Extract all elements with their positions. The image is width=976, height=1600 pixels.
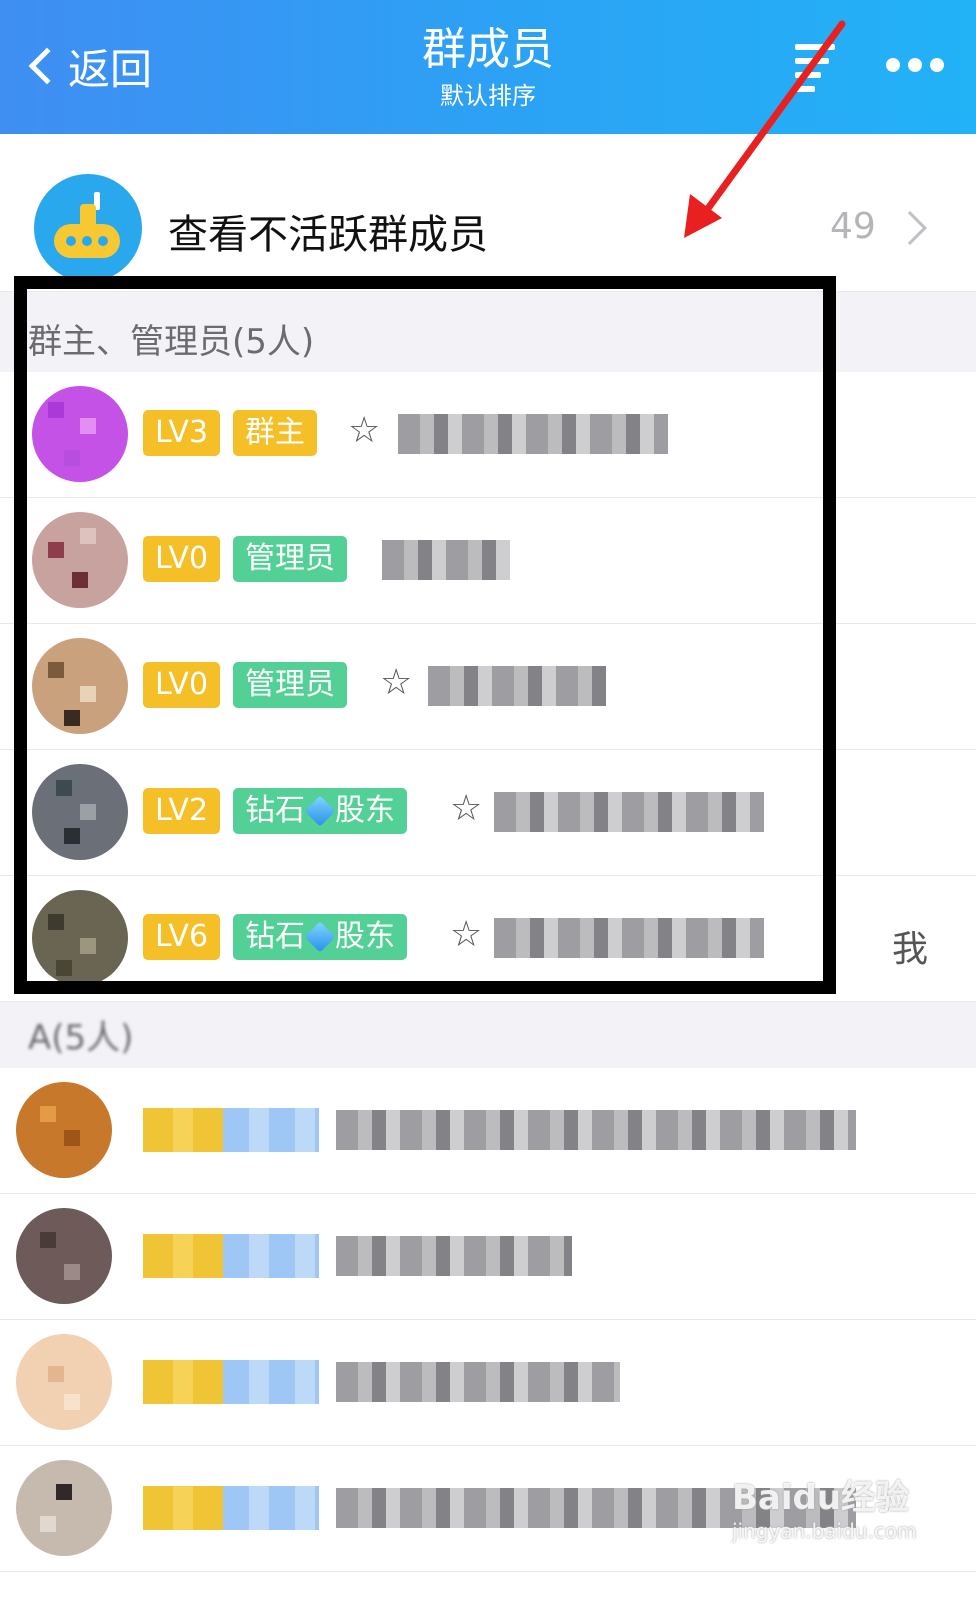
member-row-shareholder[interactable]: LV2 钻石 股东 ☆ — [0, 750, 976, 876]
section-header-admins: 群主、管理员(5人) — [0, 292, 976, 372]
role-badge-redacted — [223, 1360, 319, 1404]
level-badge-redacted — [143, 1486, 223, 1530]
member-row-admin[interactable]: LV0 管理员 — [0, 498, 976, 624]
sort-icon[interactable] — [795, 44, 855, 94]
avatar — [32, 764, 128, 860]
star-icon: ☆ — [450, 914, 483, 955]
role-badge-redacted — [223, 1108, 319, 1152]
role-text-pre: 钻石 — [245, 919, 305, 954]
watermark-brand: Baidu经验 — [732, 1478, 910, 1518]
section-header-a: A(5人) — [0, 1002, 976, 1068]
role-text-pre: 钻石 — [245, 793, 305, 828]
watermark-url: jingyan.baidu.com — [732, 1519, 917, 1543]
nav-header: 返回 群成员 默认排序 — [0, 0, 976, 134]
level-badge: LV3 — [143, 410, 221, 456]
avatar — [32, 638, 128, 734]
avatar — [32, 512, 128, 608]
star-icon: ☆ — [348, 410, 381, 451]
me-label: 我 — [892, 929, 929, 970]
avatar — [16, 1334, 112, 1430]
chevron-right-icon — [893, 211, 927, 245]
star-icon: ☆ — [450, 788, 483, 829]
section-label: 群主、管理员(5人) — [28, 322, 315, 362]
member-name-redacted — [336, 1110, 856, 1150]
level-badge: LV0 — [143, 662, 221, 708]
role-badge: 管理员 — [233, 662, 347, 708]
member-name-redacted — [336, 1236, 572, 1276]
avatar — [16, 1460, 112, 1556]
diamond-icon — [304, 795, 336, 827]
avatar — [32, 890, 128, 986]
role-text-post: 股东 — [335, 793, 395, 828]
member-name-redacted — [494, 918, 764, 958]
role-badge: 钻石 股东 — [233, 914, 407, 960]
submarine-icon — [34, 174, 142, 282]
member-name-redacted — [398, 414, 668, 454]
member-row-shareholder-me[interactable]: LV6 钻石 股东 ☆ 我 — [0, 876, 976, 1002]
section-label: A(5人) — [28, 1018, 134, 1058]
level-badge-redacted — [143, 1360, 223, 1404]
role-badge-redacted — [223, 1234, 319, 1278]
member-name-redacted — [382, 540, 510, 580]
more-icon[interactable] — [886, 58, 944, 72]
level-badge: LV2 — [143, 788, 221, 834]
role-badge: 群主 — [233, 410, 317, 456]
star-icon: ☆ — [380, 662, 413, 703]
member-row[interactable] — [0, 1194, 976, 1320]
level-badge: LV6 — [143, 914, 221, 960]
role-badge-redacted — [223, 1486, 319, 1530]
level-badge: LV0 — [143, 536, 221, 582]
avatar — [16, 1082, 112, 1178]
member-name-redacted — [336, 1362, 620, 1402]
member-name-redacted — [428, 666, 606, 706]
watermark: Baidu经验 jingyan.baidu.com — [732, 1470, 917, 1543]
role-badge: 管理员 — [233, 536, 347, 582]
member-row-admin[interactable]: LV0 管理员 ☆ — [0, 624, 976, 750]
avatar — [16, 1208, 112, 1304]
member-name-redacted — [494, 792, 764, 832]
inactive-members-row[interactable]: 查看不活跃群成员 49 — [0, 140, 976, 292]
level-badge-redacted — [143, 1108, 223, 1152]
diamond-icon — [304, 921, 336, 953]
level-badge-redacted — [143, 1234, 223, 1278]
inactive-members-count: 49 — [830, 206, 876, 247]
member-row[interactable] — [0, 1320, 976, 1446]
avatar — [32, 386, 128, 482]
member-row-owner[interactable]: LV3 群主 ☆ — [0, 372, 976, 498]
role-text-post: 股东 — [335, 919, 395, 954]
inactive-members-label: 查看不活跃群成员 — [168, 212, 488, 258]
role-badge: 钻石 股东 — [233, 788, 407, 834]
member-row[interactable] — [0, 1068, 976, 1194]
